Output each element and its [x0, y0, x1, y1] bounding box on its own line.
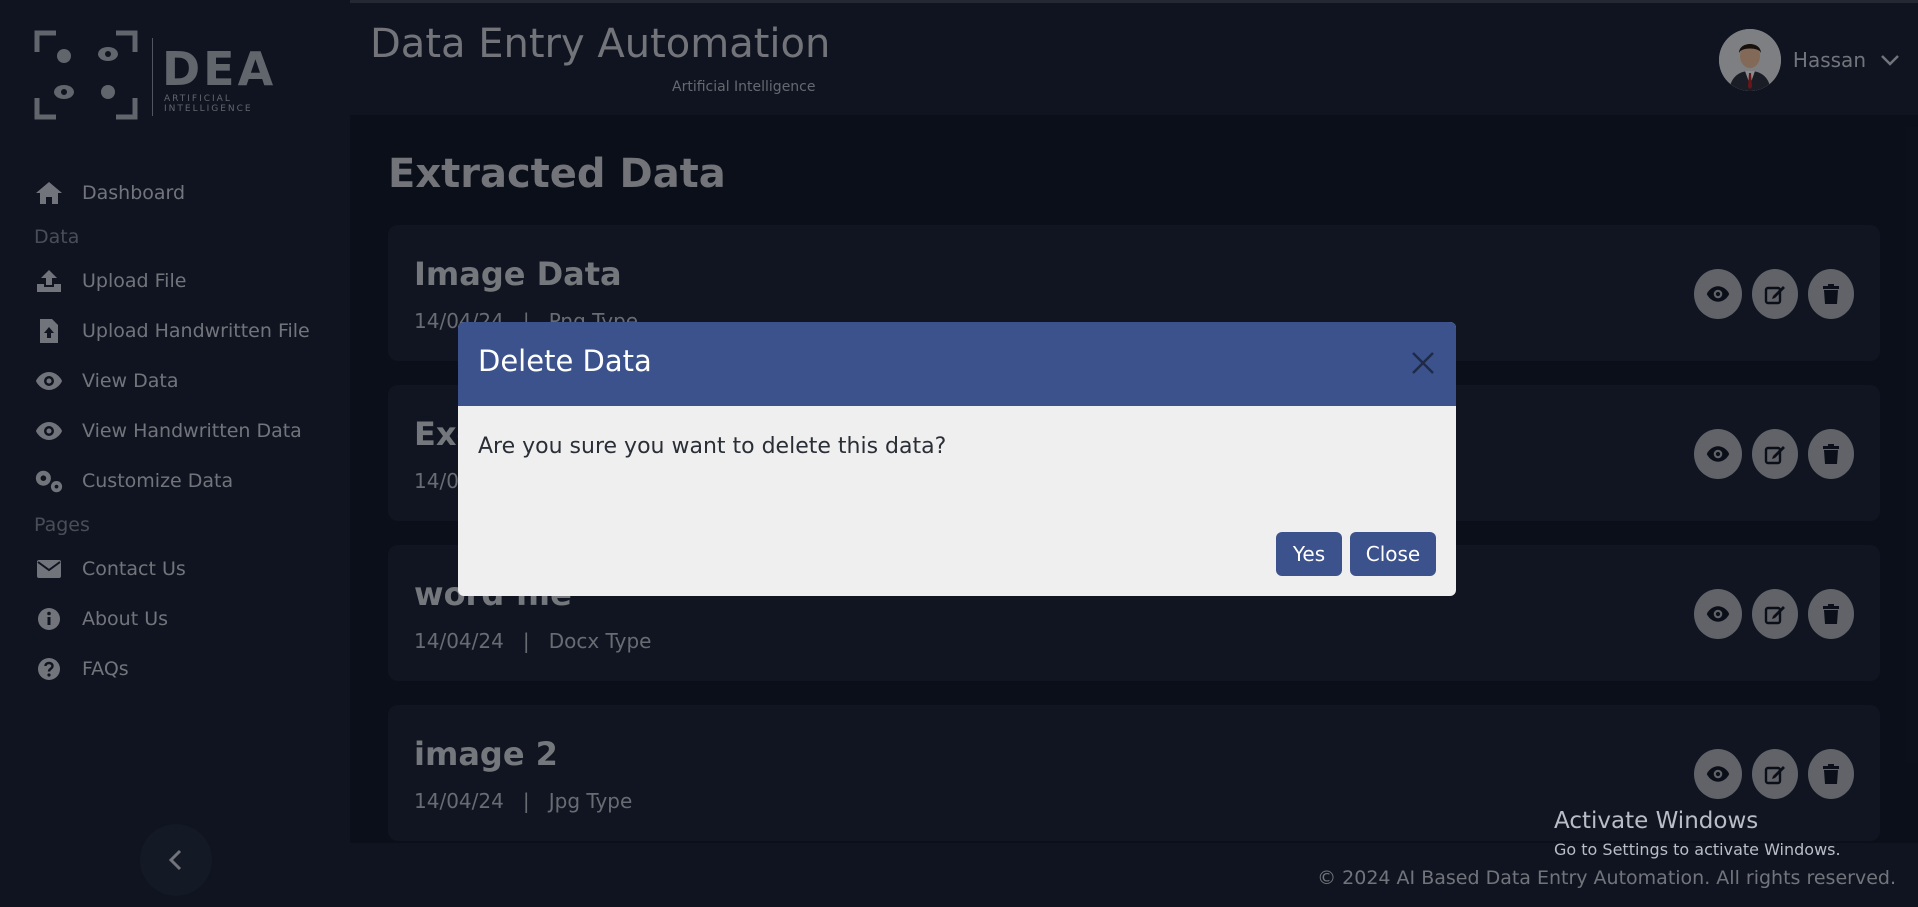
delete-modal: Delete Data Are you sure you want to del…: [458, 322, 1456, 596]
watermark-subtitle: Go to Settings to activate Windows.: [1554, 840, 1841, 859]
close-button[interactable]: Close: [1350, 532, 1436, 576]
modal-header: Delete Data: [458, 322, 1456, 406]
watermark-title: Activate Windows: [1554, 808, 1759, 834]
modal-title: Delete Data: [478, 344, 652, 378]
windows-activation-watermark: Activate Windows Go to Settings to activ…: [1554, 808, 1841, 859]
modal-message: Are you sure you want to delete this dat…: [478, 434, 947, 459]
close-icon[interactable]: [1408, 348, 1438, 378]
yes-button[interactable]: Yes: [1276, 532, 1342, 576]
